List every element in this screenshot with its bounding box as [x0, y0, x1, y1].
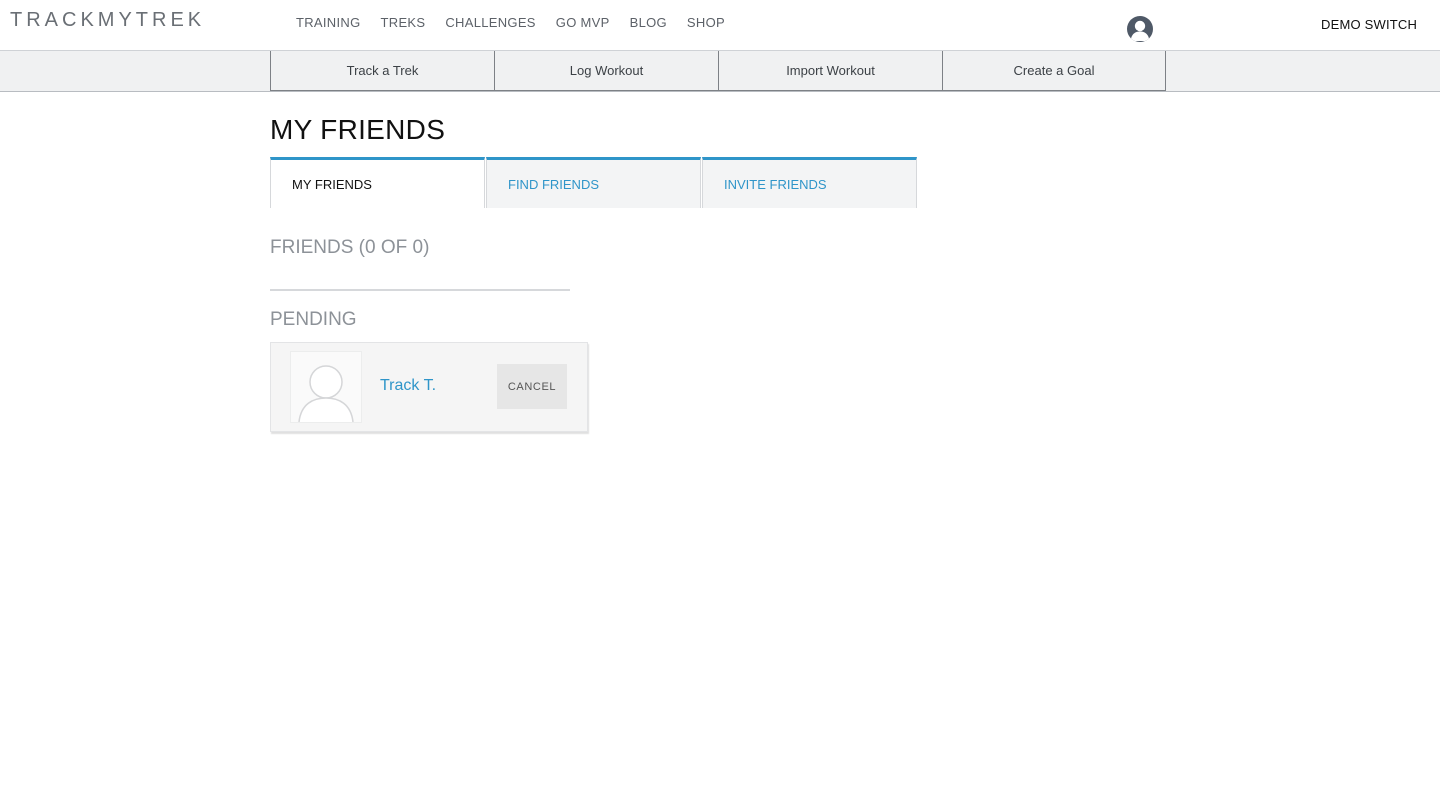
top-navigation-bar: TRACKMYTREK TRAINING TREKS CHALLENGES GO… — [0, 0, 1440, 51]
friends-tabs: MY FRIENDS FIND FRIENDS INVITE FRIENDS — [270, 157, 918, 208]
user-silhouette-icon — [290, 351, 362, 423]
log-workout-button[interactable]: Log Workout — [494, 51, 718, 91]
tab-invite-friends[interactable]: INVITE FRIENDS — [702, 157, 917, 208]
nav-item-go-mvp[interactable]: GO MVP — [556, 15, 610, 30]
tab-find-friends[interactable]: FIND FRIENDS — [486, 157, 701, 208]
action-bar: Track a Trek Log Workout Import Workout … — [0, 51, 1440, 92]
track-a-trek-button[interactable]: Track a Trek — [270, 51, 494, 91]
import-workout-button[interactable]: Import Workout — [718, 51, 942, 91]
nav-item-challenges[interactable]: CHALLENGES — [445, 15, 535, 30]
account-menu[interactable]: DEMO SWITCH — [1321, 17, 1417, 32]
nav-item-shop[interactable]: SHOP — [687, 15, 725, 30]
nav-item-training[interactable]: TRAINING — [296, 15, 361, 30]
nav-item-treks[interactable]: TREKS — [381, 15, 426, 30]
cancel-request-button[interactable]: CANCEL — [497, 364, 567, 409]
action-buttons: Track a Trek Log Workout Import Workout … — [270, 51, 1166, 91]
site-logo[interactable]: TRACKMYTREK — [10, 9, 205, 32]
friends-count-heading: FRIENDS (0 OF 0) — [270, 237, 430, 258]
page-title: MY FRIENDS — [270, 114, 446, 145]
pending-friend-card: Track T. CANCEL — [270, 342, 588, 432]
create-a-goal-button[interactable]: Create a Goal — [942, 51, 1166, 91]
pending-heading: PENDING — [270, 309, 357, 330]
pending-friend-name[interactable]: Track T. — [380, 377, 436, 395]
main-nav: TRAINING TREKS CHALLENGES GO MVP BLOG SH… — [296, 15, 725, 30]
section-divider — [270, 289, 570, 291]
tab-my-friends[interactable]: MY FRIENDS — [270, 157, 485, 208]
user-avatar-icon[interactable] — [1127, 16, 1153, 42]
nav-item-blog[interactable]: BLOG — [630, 15, 667, 30]
